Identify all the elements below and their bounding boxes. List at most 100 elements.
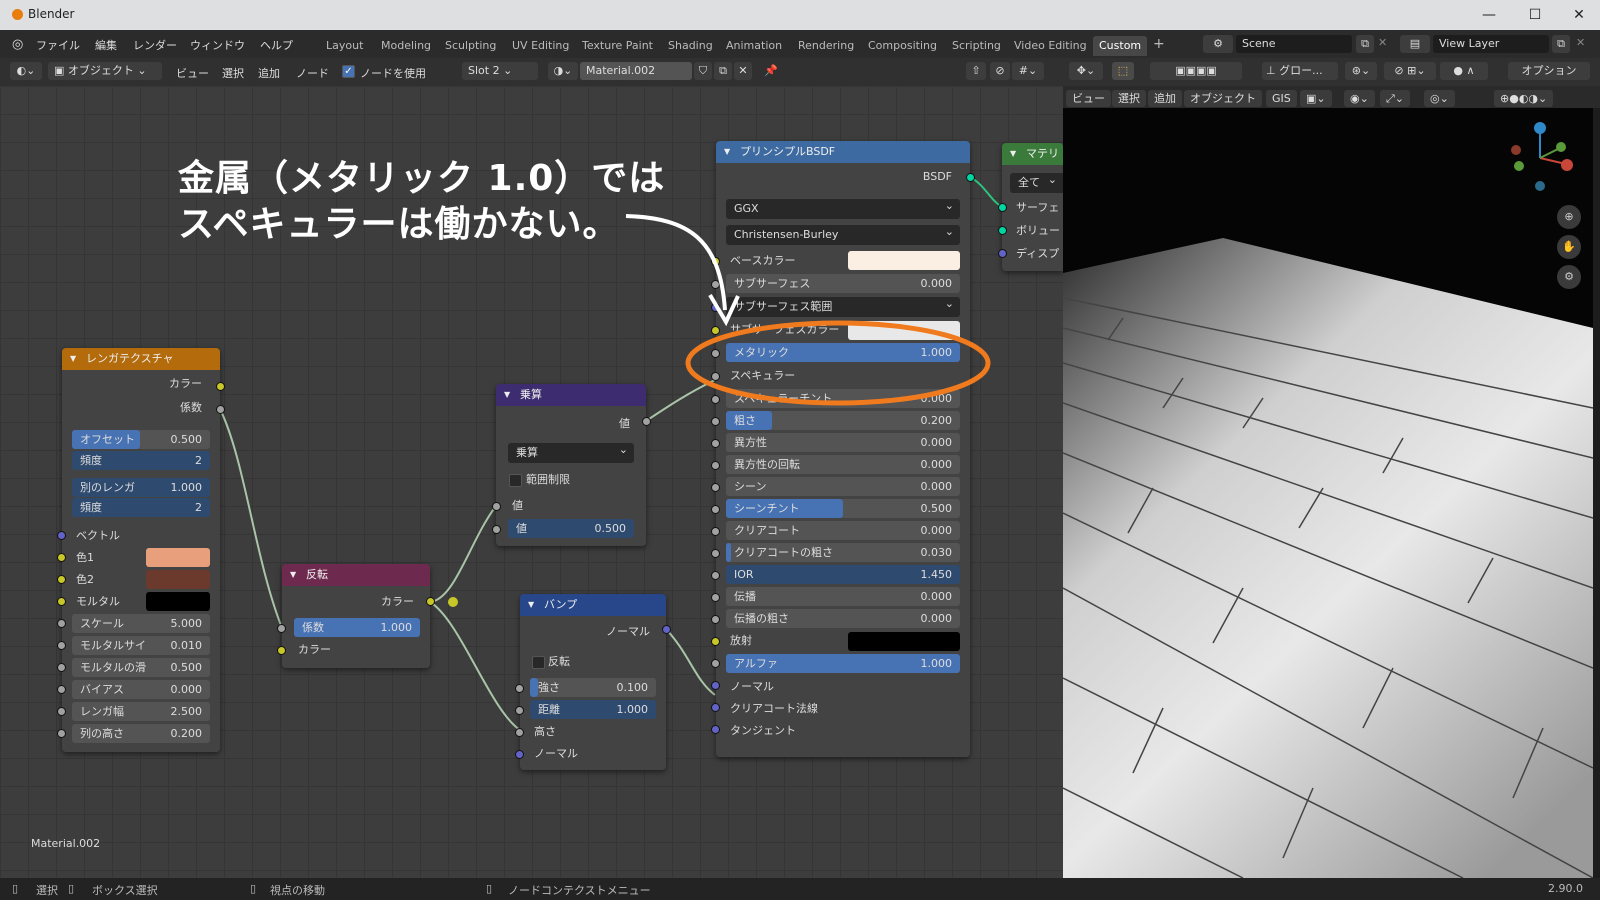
brick-mortar-size-socket[interactable] [57, 641, 66, 650]
bsdf-aniso-rotation-field[interactable]: 異方性の回転 0.000 [726, 455, 960, 474]
view-layer-icon[interactable]: ▤ [1400, 35, 1430, 53]
bsdf-clearcoat-socket[interactable] [711, 527, 720, 536]
bsdf-clearcoat-field[interactable]: クリアコート 0.000 [726, 521, 960, 540]
brick-scale-field[interactable]: スケール 5.000 [72, 614, 210, 633]
brick-mortar-socket[interactable] [57, 597, 66, 606]
invert-fac-field[interactable]: 係数 1.000 [294, 618, 420, 637]
maximize-button[interactable]: ☐ [1512, 0, 1558, 30]
brick-row-height-field[interactable]: 列の高さ 0.200 [72, 724, 210, 743]
brick-mortar-smooth-socket[interactable] [57, 663, 66, 672]
brick-color1-swatch[interactable] [146, 548, 210, 567]
bump-node[interactable]: バンプ ノーマル 反転 強さ0.100 距離1.000 高さ ノーマル [520, 594, 666, 770]
bsdf-transmission-roughness-socket[interactable] [711, 615, 720, 624]
brick-scale-socket[interactable] [57, 619, 66, 628]
brick-texture-node[interactable]: レンガテクスチャ カラー 係数 オフセット0.500 頻度2 別のレンガ1.00… [62, 348, 220, 752]
brick-bias-socket[interactable] [57, 685, 66, 694]
bump-normal-socket[interactable] [515, 750, 524, 759]
invert-fac-socket[interactable] [277, 624, 286, 633]
brick-node-title[interactable]: レンガテクスチャ [62, 348, 220, 370]
bsdf-clearcoat-normal-socket[interactable] [711, 703, 720, 712]
bsdf-sheen-tint-field[interactable]: シーンチント 0.500 [726, 499, 960, 518]
bump-strength-socket[interactable] [515, 684, 524, 693]
multiply-in1-socket[interactable] [492, 502, 501, 511]
brick-color1-socket[interactable] [57, 553, 66, 562]
snap-settings-icon[interactable]: ⊘ ⊞⌄ [1384, 62, 1436, 80]
pivot-icon[interactable]: ⊛⌄ [1345, 62, 1377, 80]
bump-distance-field[interactable]: 距離 1.000 [530, 700, 656, 719]
overlay-icon[interactable]: ◎⌄ [1424, 90, 1455, 107]
invert-node-title[interactable]: 反転 [282, 564, 430, 586]
shading-mode-icons[interactable]: ⊕●◐◑⌄ [1494, 90, 1554, 107]
bump-strength-field[interactable]: 強さ 0.100 [530, 678, 656, 697]
bsdf-ior-field[interactable]: IOR 1.450 [726, 565, 960, 584]
selection-mode-icons[interactable]: ▣▣▣▣ [1150, 62, 1242, 80]
bsdf-clearcoat-roughness-field[interactable]: クリアコートの粗さ 0.030 [726, 543, 960, 562]
bsdf-emission-swatch[interactable] [848, 632, 960, 651]
bump-distance-socket[interactable] [515, 706, 524, 715]
brick-mortar-swatch[interactable] [146, 592, 210, 611]
navigation-gizmo[interactable] [1500, 118, 1580, 198]
bump-height-socket[interactable] [515, 728, 524, 737]
matout-title[interactable]: マテリ [1002, 143, 1063, 165]
bump-invert-checkbox[interactable] [532, 656, 545, 669]
gizmo-icon[interactable]: ⤢⌄ [1380, 90, 1411, 107]
multiply-clamp-checkbox[interactable] [509, 474, 522, 487]
new-scene-icon[interactable]: ⧉ [1356, 35, 1374, 53]
remove-view-layer-icon[interactable]: ✕ [1576, 36, 1585, 49]
viewport-menu-object[interactable]: オブジェクト [1184, 90, 1262, 107]
invert-node[interactable]: 反転 カラー 係数1.000 カラー [282, 564, 430, 668]
bsdf-clearcoat-roughness-socket[interactable] [711, 549, 720, 558]
brick-bias-field[interactable]: バイアス 0.000 [72, 680, 210, 699]
add-workspace-icon[interactable]: + [1153, 36, 1165, 52]
bsdf-ior-socket[interactable] [711, 571, 720, 580]
bsdf-aniso-rotation-socket[interactable] [711, 461, 720, 470]
bsdf-transmission-socket[interactable] [711, 593, 720, 602]
brick-color2-swatch[interactable] [146, 570, 210, 589]
multiply-value-field[interactable]: 値 0.500 [508, 519, 634, 538]
camera-icon[interactable]: ⚙ [1557, 265, 1581, 289]
viewport-editor-type-icon[interactable]: ✥⌄ [1069, 62, 1103, 80]
visibility-icon[interactable]: ◉⌄ [1344, 90, 1375, 107]
bsdf-sheen-field[interactable]: シーン 0.000 [726, 477, 960, 496]
multiply-in2-socket[interactable] [492, 525, 501, 534]
invert-color-socket[interactable] [277, 646, 286, 655]
brick-freq2-field[interactable]: 頻度 2 [72, 498, 210, 517]
bsdf-tangent-socket[interactable] [711, 725, 720, 734]
pan-hand-icon[interactable]: ✋ [1557, 235, 1581, 259]
transform-orientation-dropdown[interactable]: ⊥ グロー... [1262, 62, 1338, 80]
bsdf-alpha-field[interactable]: アルファ 1.000 [726, 654, 960, 673]
brick-mortar-size-field[interactable]: モルタルサイ 0.010 [72, 636, 210, 655]
bsdf-out-socket[interactable] [966, 173, 975, 182]
brick-mortar-smooth-field[interactable]: モルタルの滑 0.500 [72, 658, 210, 677]
3d-viewport[interactable] [1063, 108, 1593, 878]
brick-fac-socket[interactable] [216, 405, 225, 414]
gis-icon[interactable]: ▣⌄ [1300, 90, 1332, 107]
brick-color2-socket[interactable] [57, 575, 66, 584]
brick-width-field[interactable]: レンガ幅 2.500 [72, 702, 210, 721]
brick-freq1-field[interactable]: 頻度 2 [72, 451, 210, 470]
close-button[interactable]: ✕ [1556, 0, 1600, 30]
viewport-menu-gis[interactable]: GIS [1266, 90, 1297, 107]
bsdf-anisotropic-socket[interactable] [711, 439, 720, 448]
view-layer-field[interactable]: View Layer [1433, 35, 1549, 53]
new-view-layer-icon[interactable]: ⧉ [1552, 35, 1570, 53]
bsdf-sheen-socket[interactable] [711, 483, 720, 492]
bsdf-alpha-socket[interactable] [711, 659, 720, 668]
brick-row-height-socket[interactable] [57, 729, 66, 738]
bsdf-node-title[interactable]: プリンシプルBSDF [716, 141, 970, 163]
viewport-menu-view[interactable]: ビュー [1066, 90, 1111, 107]
bump-out-socket[interactable] [662, 625, 671, 634]
minimize-button[interactable]: — [1466, 0, 1512, 30]
scene-icon[interactable]: ⚙ [1203, 35, 1233, 53]
brick-vector-socket[interactable] [57, 531, 66, 540]
bsdf-emission-socket[interactable] [711, 637, 720, 646]
remove-scene-icon[interactable]: ✕ [1378, 36, 1387, 49]
bsdf-sheen-tint-socket[interactable] [711, 505, 720, 514]
viewport-menu-add[interactable]: 追加 [1148, 90, 1182, 107]
bsdf-transmission-roughness-field[interactable]: 伝播の粗さ 0.000 [726, 609, 960, 628]
zoom-icon[interactable]: ⊕ [1557, 205, 1581, 229]
bsdf-normal-socket[interactable] [711, 681, 720, 690]
brick-color-socket[interactable] [216, 382, 225, 391]
options-dropdown[interactable]: オプション [1508, 62, 1590, 80]
brick-width-socket[interactable] [57, 707, 66, 716]
